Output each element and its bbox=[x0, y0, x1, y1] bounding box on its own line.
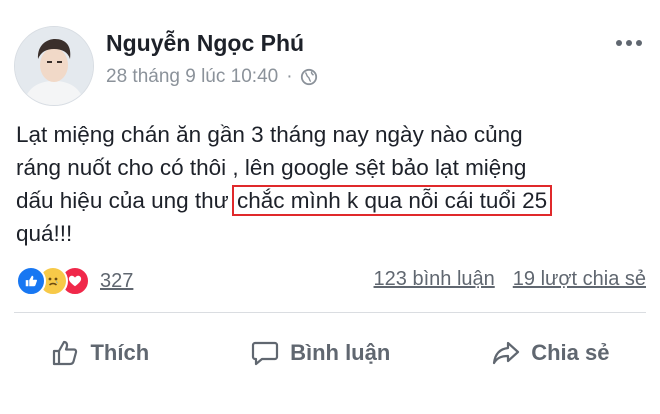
comment-icon bbox=[251, 341, 279, 366]
share-count-link[interactable]: 19 lượt chia sẻ bbox=[513, 268, 646, 291]
meta-separator: · bbox=[286, 66, 293, 87]
facebook-post: Nguyễn Ngọc Phú 28 tháng 9 lúc 10:40 · L… bbox=[0, 0, 660, 414]
content-line: quá!!! bbox=[16, 221, 73, 246]
like-icon bbox=[16, 266, 46, 296]
post-stats: 123 bình luận 19 lượt chia sẻ bbox=[374, 268, 646, 291]
highlighted-text: chắc mình k qua nỗi cái tuổi 25 bbox=[231, 185, 553, 216]
share-icon bbox=[493, 341, 520, 365]
share-button[interactable]: Chia sẻ bbox=[491, 338, 610, 368]
reaction-count[interactable]: 327 bbox=[100, 270, 133, 293]
avatar[interactable] bbox=[14, 26, 94, 106]
globe-icon[interactable] bbox=[300, 68, 318, 86]
content-line: dấu hiệu của ung thư chắc mình k qua nỗi… bbox=[16, 184, 652, 217]
more-options-icon[interactable] bbox=[616, 40, 642, 46]
reactions-summary[interactable]: 327 bbox=[16, 266, 133, 296]
content-text: dấu hiệu của ung thư bbox=[16, 188, 235, 213]
post-content: Lạt miệng chán ăn gần 3 tháng nay ngày n… bbox=[16, 118, 652, 250]
post-meta: 28 tháng 9 lúc 10:40 · bbox=[106, 66, 318, 88]
comment-button[interactable]: Bình luận bbox=[250, 338, 390, 368]
author-name[interactable]: Nguyễn Ngọc Phú bbox=[106, 30, 304, 57]
share-label: Chia sẻ bbox=[531, 340, 610, 365]
action-bar: Thích Bình luận Chia sẻ bbox=[0, 328, 660, 378]
avatar-image bbox=[15, 27, 93, 105]
like-button[interactable]: Thích bbox=[50, 338, 149, 368]
content-line: Lạt miệng chán ăn gần 3 tháng nay ngày n… bbox=[16, 122, 523, 147]
post-timestamp[interactable]: 28 tháng 9 lúc 10:40 bbox=[106, 66, 278, 88]
like-label: Thích bbox=[90, 340, 150, 365]
comment-count-link[interactable]: 123 bình luận bbox=[374, 268, 495, 291]
comment-label: Bình luận bbox=[290, 340, 391, 365]
divider bbox=[14, 312, 646, 313]
thumbs-up-icon bbox=[53, 340, 78, 366]
content-line: ráng nuốt cho có thôi , lên google sệt b… bbox=[16, 155, 527, 180]
